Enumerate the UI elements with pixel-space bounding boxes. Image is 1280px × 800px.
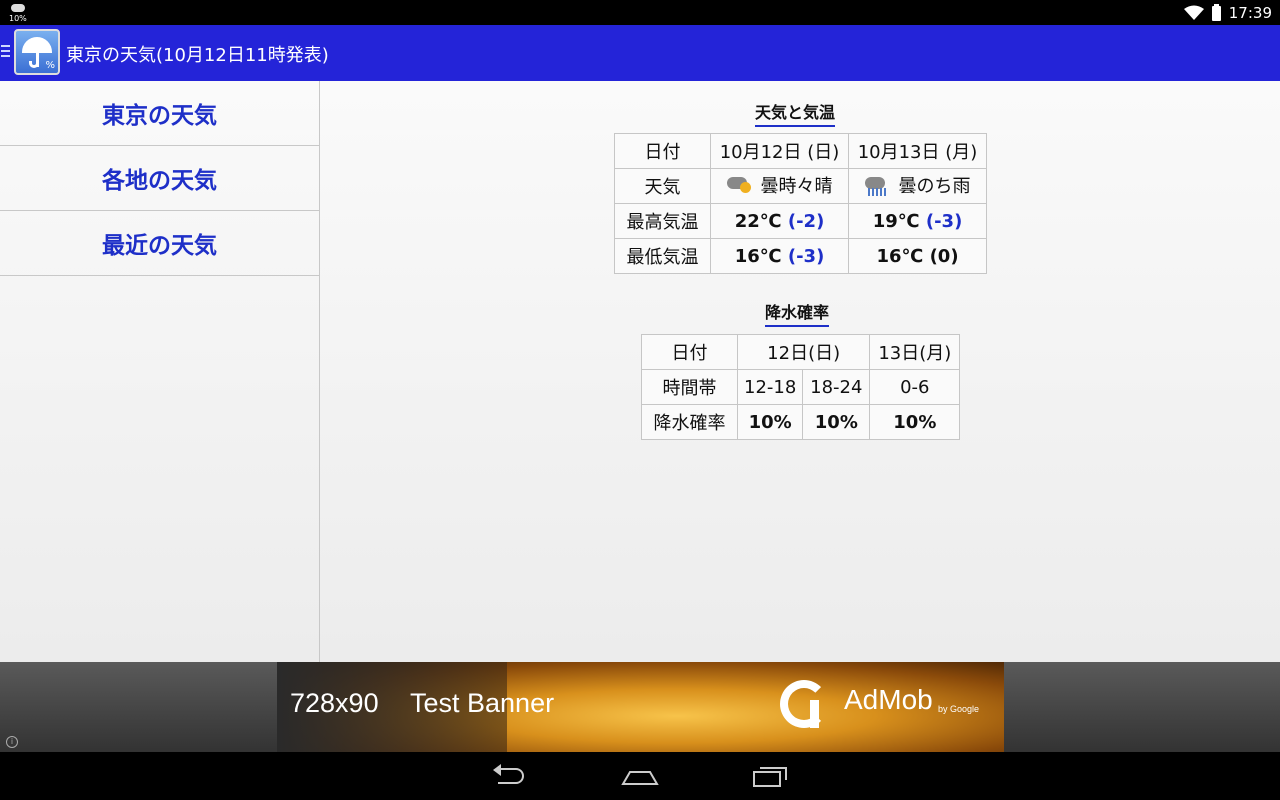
date-header: 日付 [614,133,711,169]
ad-brand: AdMob [844,684,933,715]
time-cell: 18-24 [802,369,871,405]
table-row: 降水確率 10% 10% 10% [641,404,961,440]
action-bar: % 東京の天気(10月12日11時発表) [0,25,1280,81]
sidebar-item-label: 各地の天気 [102,168,217,194]
precip-section-title: 降水確率 [765,299,830,327]
recents-icon[interactable] [750,762,790,790]
weather-cell: 曇時々晴 [710,168,849,204]
notification-percent: 10% [9,14,27,23]
table-row: 最高気温 22℃ (-2) 19℃ (-3) [614,203,987,239]
weather-section-title: 天気と気温 [755,99,836,127]
table-row: 最低気温 16℃ (-3) 16℃ (0) [614,238,987,274]
weather-table: 日付 10月12日 (日) 10月13日 (月) 天気 曇時々晴 曇のち雨 最高… [614,133,987,274]
prob-cell: 10% [802,404,871,440]
ad-bar: i 728x90 Test Banner AdMob by Google [0,662,1280,752]
high-temp-cell: 19℃ (-3) [848,203,987,239]
drawer-menu-icon[interactable] [1,45,10,57]
clock: 17:39 [1228,4,1272,22]
weather-header: 天気 [614,168,711,204]
time-header: 時間帯 [641,369,738,405]
cloudy-rain-icon [864,174,891,196]
status-bar: 10% 17:39 [0,0,1280,25]
low-temp-cell: 16℃ (0) [848,238,987,274]
content-area: 東京の天気 各地の天気 最近の天気 天気と気温 日付 10月12日 (日) 10… [0,81,1280,662]
date-cell: 13日(月) [869,334,961,370]
navigation-bar [0,752,1280,800]
umbrella-app-icon[interactable]: % [14,29,60,75]
sidebar-item-regions[interactable]: 各地の天気 [0,146,319,211]
admob-logo-icon [780,680,830,730]
ad-size-label: 728x90 [290,688,379,718]
prob-cell: 10% [869,404,961,440]
weather-cell: 曇のち雨 [848,168,987,204]
date-cell: 10月12日 (日) [710,133,849,169]
sidebar-item-recent[interactable]: 最近の天気 [0,211,319,276]
date-cell: 12日(日) [736,334,871,370]
table-row: 時間帯 12-18 18-24 0-6 [641,369,961,405]
time-cell: 12-18 [736,369,804,405]
ad-info-icon[interactable]: i [6,736,18,748]
sidebar-item-label: 東京の天気 [102,103,217,129]
main-panel: 天気と気温 日付 10月12日 (日) 10月13日 (月) 天気 曇時々晴 曇… [321,81,1280,662]
home-icon[interactable] [620,762,660,790]
prob-cell: 10% [736,404,804,440]
table-row: 日付 12日(日) 13日(月) [641,334,961,370]
low-temp-header: 最低気温 [614,238,711,274]
high-temp-cell: 22℃ (-2) [710,203,849,239]
battery-icon [1211,3,1221,21]
ad-banner[interactable]: 728x90 Test Banner AdMob by Google [277,662,1004,752]
prob-header: 降水確率 [641,404,738,440]
table-row: 天気 曇時々晴 曇のち雨 [614,168,987,204]
precip-table: 日付 12日(日) 13日(月) 時間帯 12-18 18-24 0-6 降水確… [641,334,961,440]
ad-by-google: by Google [938,704,980,714]
ad-text: Test Banner [410,688,555,718]
back-icon[interactable] [492,762,532,790]
sidebar: 東京の天気 各地の天気 最近の天気 [0,81,320,662]
sidebar-item-tokyo[interactable]: 東京の天気 [0,81,319,146]
table-row: 日付 10月12日 (日) 10月13日 (月) [614,133,987,169]
date-header: 日付 [641,334,738,370]
weather-notification-icon: 10% [8,2,32,24]
page-title: 東京の天気(10月12日11時発表) [66,45,329,66]
sidebar-item-label: 最近の天気 [102,233,217,259]
date-cell: 10月13日 (月) [848,133,987,169]
cloudy-sunny-icon [726,174,753,196]
high-temp-header: 最高気温 [614,203,711,239]
low-temp-cell: 16℃ (-3) [710,238,849,274]
wifi-icon [1183,5,1204,20]
time-cell: 0-6 [869,369,961,405]
